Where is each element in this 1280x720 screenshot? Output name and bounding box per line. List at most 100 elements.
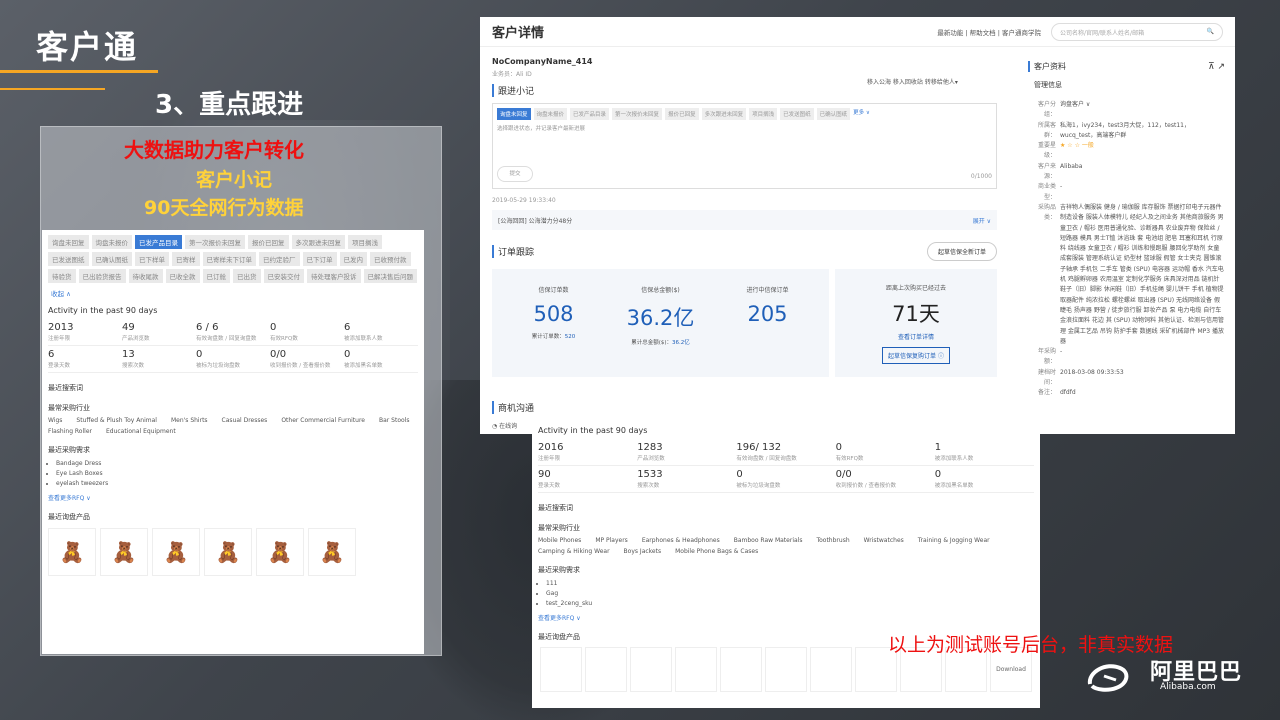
status-tag[interactable]: 已发内 [339,252,367,266]
search-input[interactable]: 公司名称/官网/联系人姓名/邮箱 🔍 [1051,22,1223,41]
status-tag[interactable]: 已解决售后问题 [363,269,417,283]
submit-button[interactable]: 提交 [497,166,533,182]
stat-label: 登录天数 [48,363,71,369]
profile-info: 客户分组： 询盘客户 ∨ 所属客群： 私海1，ivy234，test3月大促，112，… [1028,100,1225,399]
status-tag[interactable]: 已出货 [233,269,261,283]
status-tag[interactable]: 已安装交付 [263,269,304,283]
industry-item: Mobile Phone Bags & Cases [675,548,759,555]
status-tag[interactable]: 已收预付款 [370,252,411,266]
industry-item: Educational Equipment [105,428,176,435]
info-value: 私海1，ivy234，test3月大促，112，test11，wucq_test… [1060,121,1190,139]
stat-label: 搜索次数 [122,363,145,369]
online-chat[interactable]: ◔ 在线询 [492,421,517,430]
stat-cell: 0 被添加黑名单数 [344,346,418,373]
header-links[interactable]: 最新功能 | 帮助文档 | 客户通商学院 [937,27,1041,37]
status-tag[interactable]: 已发送图纸 [48,252,89,266]
recent-search-title-2: 最近搜索词 [538,504,573,512]
profile-header: 客户资料 ⊼ ↗ [1028,61,1225,72]
stat-label: 收到报价数 / 查看报价数 [270,363,331,369]
note-more-link[interactable]: 更多 ∨ [853,108,870,120]
management-tab[interactable]: 管理信息 [1028,80,1225,90]
note-tag[interactable]: 项目搁浅 [749,108,778,120]
product-thumbnail[interactable]: 🧸 [308,528,356,576]
kpi-sub-value: 36.2亿 [672,340,690,346]
note-box: 询盘未回复 询盘未报价 已发产品目录 第一次报价未回复 报价已回复 多次跟进未回复 项目搁浅… [492,103,997,189]
status-tag[interactable]: 已订舱 [202,269,230,283]
stat-cell: 6 / 6 有效询盘数 / 回复询盘数 [196,319,270,346]
status-tag[interactable]: 待收尾款 [128,269,163,283]
stat-cell: 0/0 收到报价数 / 查看报价数 [270,346,344,373]
requirement-item: 111 [546,579,1034,589]
note-tag[interactable]: 已发产品目录 [570,108,610,120]
reorder-button[interactable]: 起草信保复购订单 ⓘ [882,347,950,364]
last-purchase-card: 距离上次购买已经过去 71天 查看订单详情 起草信保复购订单 ⓘ [835,269,997,377]
status-tag[interactable]: 已下样单 [135,252,169,266]
note-input[interactable]: 选择跟进状态，并记录客户最新进展 [493,124,996,132]
status-tag[interactable]: 已寄样未下订单 [202,252,256,266]
slide-subtitle: 3、重点跟进 [155,90,304,120]
note-tag[interactable]: 报价已回复 [665,108,699,120]
kpi-sub: 累计总金额($)：36.2亿 [607,338,714,346]
draft-order-button[interactable]: 起草信保全新订单 [926,242,997,261]
status-tag[interactable]: 已寄样 [172,252,200,266]
customer-actions[interactable]: 移入公海 移入回收站 转移给他人▾ [867,77,958,86]
industry-item: Camping & Hiking Wear [538,548,610,555]
industry-list: Wigs Stuffed & Plush Toy Animal Men's Shir… [42,415,424,437]
status-tag[interactable]: 已下订单 [302,252,337,266]
note-tag[interactable]: 已确认图纸 [816,108,851,120]
stat-cell: 6 登录天数 [48,346,122,373]
note-tag[interactable]: 询盘未回复 [497,108,531,120]
stat-label: 登录天数 [538,483,561,489]
note-tag[interactable]: 多次跟进未回复 [701,108,747,120]
industry-item: MP Players [595,537,628,544]
profile-title: 客户资料 [1034,62,1066,71]
product-thumbnail[interactable] [765,647,807,692]
stat-value: 13 [122,349,135,360]
note-tag[interactable]: 已发送图纸 [780,108,814,120]
status-tag[interactable]: 已收全款 [165,269,200,283]
note-tag[interactable]: 询盘未报价 [533,108,568,120]
stat-label: 被添加黑名单数 [344,363,383,369]
collapse-link[interactable]: 收起 ∧ [48,286,74,300]
pin-icon[interactable]: ⊼ ↗ [1208,62,1225,72]
activity-stats: 2013 注册年限 49 产品浏览数 6 / 6 有效询盘数 / 回复询盘数 0 有效RFQ数… [42,317,424,375]
stat-value: 49 [122,322,135,333]
view-order-link[interactable]: 查看订单详情 [835,332,997,341]
product-thumbnail[interactable]: 🧸 [204,528,252,576]
info-key: 建档时间： [1037,368,1056,387]
activity-title: Activity in the past 90 days [48,306,158,315]
status-tag[interactable]: 待处理客户投诉 [307,269,361,283]
expand-link[interactable]: 展开 ∨ [973,216,991,225]
status-tag[interactable]: 已确认图纸 [91,252,132,266]
info-value: ★ ☆ ☆ 一般 [1060,142,1094,150]
status-tag[interactable]: 报价已回复 [248,235,289,249]
product-thumbnail[interactable] [630,647,672,692]
industry-item: Boys Jackets [623,548,662,555]
product-thumbnail[interactable]: 🧸 [152,528,200,576]
status-tag[interactable]: 询盘未回复 [48,235,89,249]
product-thumbnail[interactable] [720,647,762,692]
product-thumbnail[interactable]: 🧸 [100,528,148,576]
stat-label: 被标为垃圾询盘数 [736,483,781,489]
stat-cell: 13 搜索次数 [122,346,196,373]
product-thumbnail[interactable] [675,647,717,692]
product-thumbnail[interactable] [810,647,852,692]
kpi-group: 信保订单数 508 累计订单数：520 信保总金额($) 36.2亿 累计总金额($)：3… [492,269,829,377]
status-tag[interactable]: 已发产品目录 [135,235,182,249]
stat-cell: 0 有效RFQ数 [835,439,935,466]
more-rfq-link[interactable]: 查看更多RFQ ∨ [42,491,424,504]
product-thumbnail[interactable] [540,647,582,692]
more-rfq-link-2[interactable]: 查看更多RFQ ∨ [532,611,1040,624]
status-tag[interactable]: 待验货 [48,269,76,283]
status-tag[interactable]: 已出验货报告 [78,269,126,283]
note-tag[interactable]: 第一次报价未回复 [612,108,663,120]
product-thumbnail[interactable]: 🧸 [48,528,96,576]
product-thumbnail[interactable]: 🧸 [256,528,304,576]
stat-value: 0/0 [270,349,287,360]
status-tag[interactable]: 项目搁浅 [348,235,382,249]
product-thumbnail[interactable] [585,647,627,692]
status-tag[interactable]: 询盘未报价 [91,235,132,249]
status-tag[interactable]: 多次跟进未回复 [291,235,345,249]
status-tag[interactable]: 第一次报价未回复 [185,235,245,249]
status-tag[interactable]: 已约定验厂 [259,252,300,266]
